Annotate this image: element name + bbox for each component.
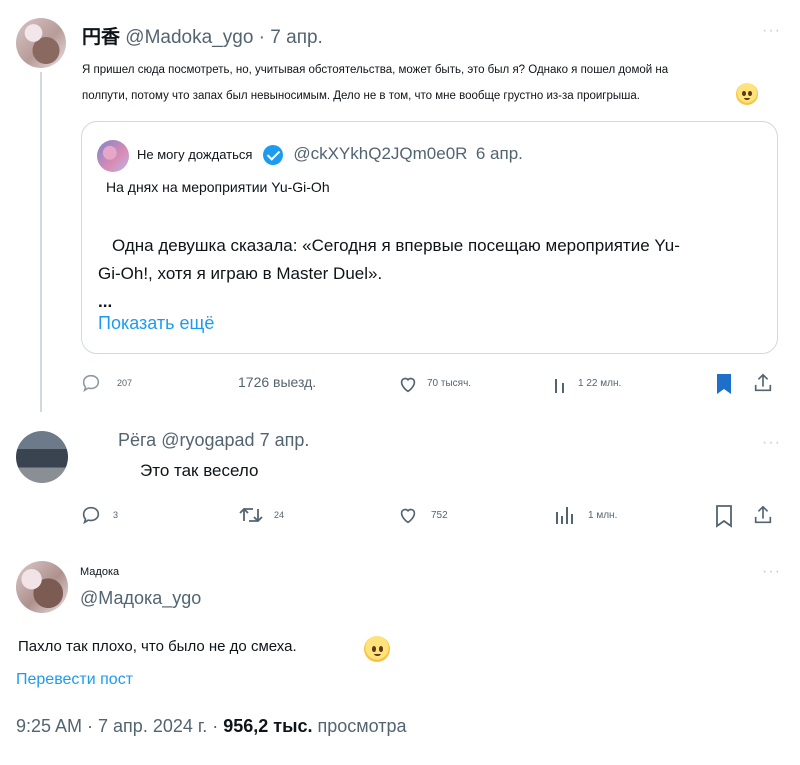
action-bar: 207 1726 выезд. 70 тысяч. 1 22 млн.	[80, 370, 780, 398]
bookmark-button[interactable]	[714, 372, 734, 401]
tweet-text: Я пришел сюда посмотреть, но, учитывая о…	[82, 57, 762, 109]
timestamp[interactable]: 9:25 AM · 7 апр. 2024 г. ·	[16, 716, 218, 736]
views-count: 1 млн.	[588, 510, 618, 521]
quoted-tweet[interactable]: Не могу дождаться @ckXYkhQ2JQm0e0R 6 апр…	[81, 121, 778, 354]
avatar[interactable]	[16, 18, 66, 68]
translate-post-link[interactable]: Перевести пост	[16, 671, 133, 689]
tweet-header: 円香 @Madoka_ygo · 7 апр.	[82, 22, 323, 49]
share-button[interactable]	[752, 504, 774, 531]
like-button[interactable]	[397, 373, 419, 400]
display-name[interactable]: 円香	[82, 27, 120, 48]
like-count: 752	[431, 510, 448, 521]
thread-line	[40, 72, 42, 412]
share-button[interactable]	[752, 372, 774, 399]
handle[interactable]: @Madoka_ygo	[125, 27, 253, 48]
reply-icon	[82, 506, 100, 525]
date: 6 апр.	[475, 144, 523, 163]
views-count: 956,2 тыс.	[223, 716, 313, 736]
like-button[interactable]	[397, 504, 419, 531]
reply-count: 3	[113, 510, 119, 520]
action-bar: 3 24 752 1 млн.	[80, 502, 780, 530]
retweet-icon	[239, 507, 263, 523]
handle[interactable]: @Мадока_ygo	[80, 588, 201, 609]
quote-text: На днях на мероприятии Yu-Gi-Oh	[106, 179, 330, 195]
display-name: Не могу дождаться	[137, 147, 253, 162]
views-button[interactable]	[552, 373, 572, 400]
avatar[interactable]	[16, 431, 68, 483]
bar-chart-icon	[556, 507, 573, 524]
reply-button[interactable]	[80, 504, 102, 531]
avatar[interactable]	[16, 561, 68, 613]
handle: @ckXYkhQ2JQm0e0R	[293, 144, 468, 163]
more-options-icon[interactable]: ···	[762, 22, 781, 40]
pleading-face-icon	[364, 636, 391, 662]
views-count: 1 22 млн.	[578, 378, 622, 389]
display-name[interactable]: Мадока	[80, 566, 119, 578]
heart-icon	[400, 508, 416, 524]
bookmark-button[interactable]	[714, 504, 734, 533]
views-button[interactable]	[554, 504, 576, 531]
pleading-face-icon	[736, 83, 758, 105]
share-icon	[754, 505, 772, 524]
date[interactable]: · 7 апр.	[259, 27, 323, 48]
more-options-icon[interactable]: ···	[762, 434, 781, 452]
tweet-text-line: Я пришел сюда посмотреть, но, учитывая о…	[82, 64, 669, 76]
views-label: просмотра	[317, 716, 407, 736]
tweet-text: Пахло так плохо, что было не до смеха.	[18, 638, 297, 655]
more-options-icon[interactable]: ···	[762, 563, 781, 581]
bookmark-icon	[716, 505, 732, 528]
reply-button[interactable]	[80, 372, 102, 399]
retweet-count[interactable]: 1726 выезд.	[238, 374, 316, 390]
reply-icon	[82, 374, 100, 393]
display-name[interactable]: Рёга	[118, 430, 156, 450]
tweet-header: Рёга @ryogapad 7 апр.	[118, 430, 309, 451]
avatar	[97, 140, 129, 172]
tweet-meta: 9:25 AM · 7 апр. 2024 г. · 956,2 тыс. пр…	[16, 716, 407, 737]
show-more-link[interactable]: Показать ещё	[98, 313, 214, 334]
like-count: 70 тысяч.	[427, 378, 472, 389]
heart-icon	[400, 377, 416, 393]
handle[interactable]: @ryogapad	[161, 430, 254, 450]
quote-header: Не могу дождаться @ckXYkhQ2JQm0e0R 6 апр…	[137, 144, 523, 165]
retweet-button[interactable]	[238, 504, 264, 531]
retweet-count: 24	[274, 510, 285, 520]
bar-chart-icon	[555, 379, 564, 393]
bookmark-icon	[717, 374, 731, 394]
verified-badge-icon	[262, 144, 283, 165]
share-icon	[754, 373, 772, 392]
reply-count: 207	[117, 378, 133, 388]
quote-text: Одна девушка сказала: «Сегодня я впервые…	[98, 236, 680, 311]
tweet-text: Это так весело	[140, 461, 259, 480]
date[interactable]: 7 апр.	[260, 430, 310, 450]
tweet-text-line: полпути, потому что запах был невыносимы…	[82, 90, 640, 102]
